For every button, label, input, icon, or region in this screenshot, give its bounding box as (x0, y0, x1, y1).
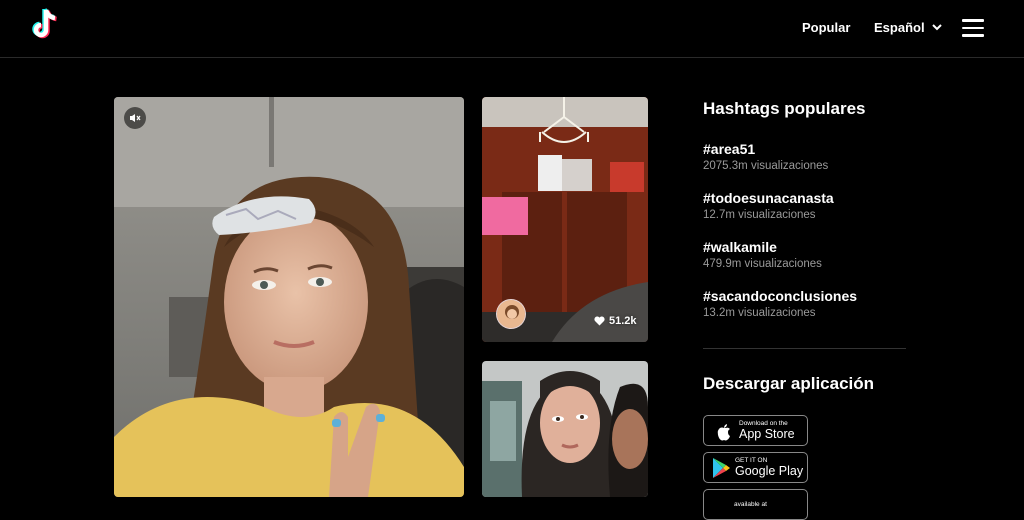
google-play-button[interactable]: GET IT ON Google Play (703, 452, 808, 483)
scrolled-heading-remnant (230, 58, 290, 62)
language-selector[interactable]: Español (874, 20, 942, 35)
hashtags-title: Hashtags populares (703, 99, 866, 118)
google-play-label: Google Play (735, 464, 804, 478)
amazon-appstore-button[interactable]: available at (703, 489, 808, 520)
google-play-icon (713, 457, 730, 478)
sidebar-divider (703, 348, 906, 349)
hashtag-views: 2075.3m visualizaciones (703, 160, 829, 172)
apple-icon (717, 423, 730, 440)
like-count-value: 51.2k (609, 315, 637, 327)
hashtag-name: #area51 (703, 141, 756, 157)
hashtag-views: 13.2m visualizaciones (703, 307, 816, 319)
hashtag-item[interactable]: #walkamile 479.9m visualizaciones (703, 238, 822, 272)
video-thumbnail[interactable]: 51.2k (482, 97, 648, 342)
top-navigation-bar: Popular Español (0, 0, 1024, 58)
video-frame (114, 97, 464, 497)
app-store-label: App Store (739, 427, 795, 441)
like-count: 51.2k (594, 315, 637, 327)
hashtag-views: 479.9m visualizaciones (703, 258, 822, 270)
hashtag-views: 12.7m visualizaciones (703, 209, 816, 221)
hamburger-menu-icon[interactable] (962, 19, 984, 37)
app-store-small-text: Download on the (739, 420, 788, 427)
hashtag-item[interactable]: #sacandoconclusiones 13.2m visualizacion… (703, 287, 857, 321)
hashtag-item[interactable]: #area51 2075.3m visualizaciones (703, 140, 828, 174)
language-label: Español (874, 20, 925, 35)
muted-speaker-icon[interactable] (124, 107, 146, 129)
app-store-button[interactable]: Download on the App Store (703, 415, 808, 446)
thumbnail-frame (482, 361, 648, 497)
nav-popular-link[interactable]: Popular (802, 20, 850, 35)
download-app-title: Descargar aplicación (703, 374, 875, 393)
chevron-down-icon (931, 24, 942, 31)
hashtag-item[interactable]: #todoesunacanasta 12.7m visualizaciones (703, 189, 834, 223)
video-thumbnail[interactable] (482, 361, 648, 497)
main-video-player[interactable] (114, 97, 464, 497)
heart-icon (594, 316, 605, 326)
right-sidebar: Hashtags populares (703, 97, 906, 121)
hashtag-name: #sacandoconclusiones (703, 288, 858, 304)
hashtag-name: #walkamile (703, 239, 777, 255)
tiktok-logo-icon[interactable] (30, 7, 64, 43)
creator-avatar[interactable] (496, 299, 526, 329)
hashtag-name: #todoesunacanasta (703, 190, 834, 206)
google-play-small-text: GET IT ON (735, 457, 768, 464)
amazon-small-text: available at (734, 501, 767, 508)
